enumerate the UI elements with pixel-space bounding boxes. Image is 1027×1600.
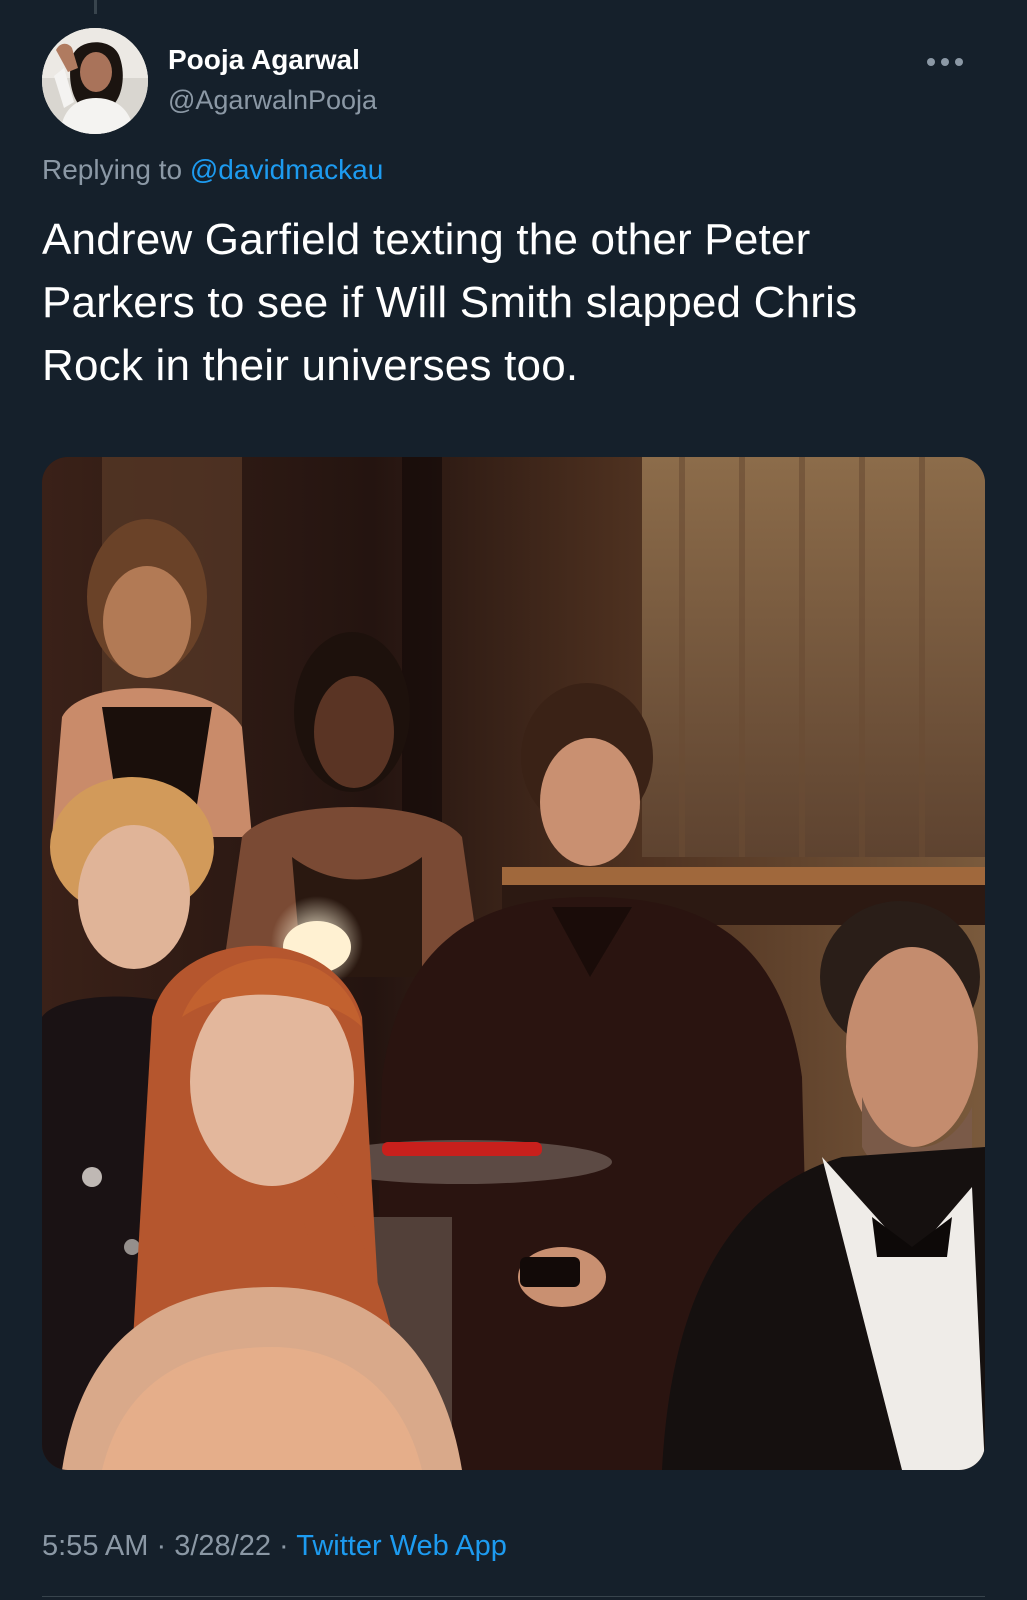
avatar[interactable] (42, 28, 148, 134)
tweet-date[interactable]: 3/28/22 (174, 1530, 271, 1562)
avatar-photo (42, 28, 148, 134)
reply-mention-link[interactable]: @davidmackau (190, 154, 383, 185)
tweet-media-photo[interactable] (42, 457, 985, 1470)
thread-connector-line (94, 0, 97, 14)
event-audience-photo (42, 457, 985, 1470)
author-display-name[interactable]: Pooja Agarwal (168, 44, 360, 76)
tweet-text-line: Parkers to see if Will Smith slapped Chr… (42, 278, 858, 327)
author-handle[interactable]: @AgarwalnPooja (168, 85, 377, 116)
replying-to-line: Replying to @davidmackau (42, 154, 383, 186)
meta-separator: · (279, 1530, 289, 1562)
tweet-text-line: Rock in their universes too. (42, 341, 579, 390)
divider (42, 1596, 985, 1597)
tweet-meta: 5:55 AM · 3/28/22 · Twitter Web App (42, 1530, 507, 1563)
tweet-text-line: Andrew Garfield texting the other Peter (42, 215, 811, 264)
tweet-text: Andrew Garfield texting the other Peter … (42, 208, 942, 397)
tweet-source-link[interactable]: Twitter Web App (296, 1530, 507, 1562)
replying-to-label: Replying to (42, 154, 183, 185)
meta-separator: · (156, 1530, 167, 1562)
more-horizontal-icon (927, 58, 963, 66)
more-options-button[interactable] (920, 44, 970, 80)
tweet-time[interactable]: 5:55 AM (42, 1530, 148, 1562)
